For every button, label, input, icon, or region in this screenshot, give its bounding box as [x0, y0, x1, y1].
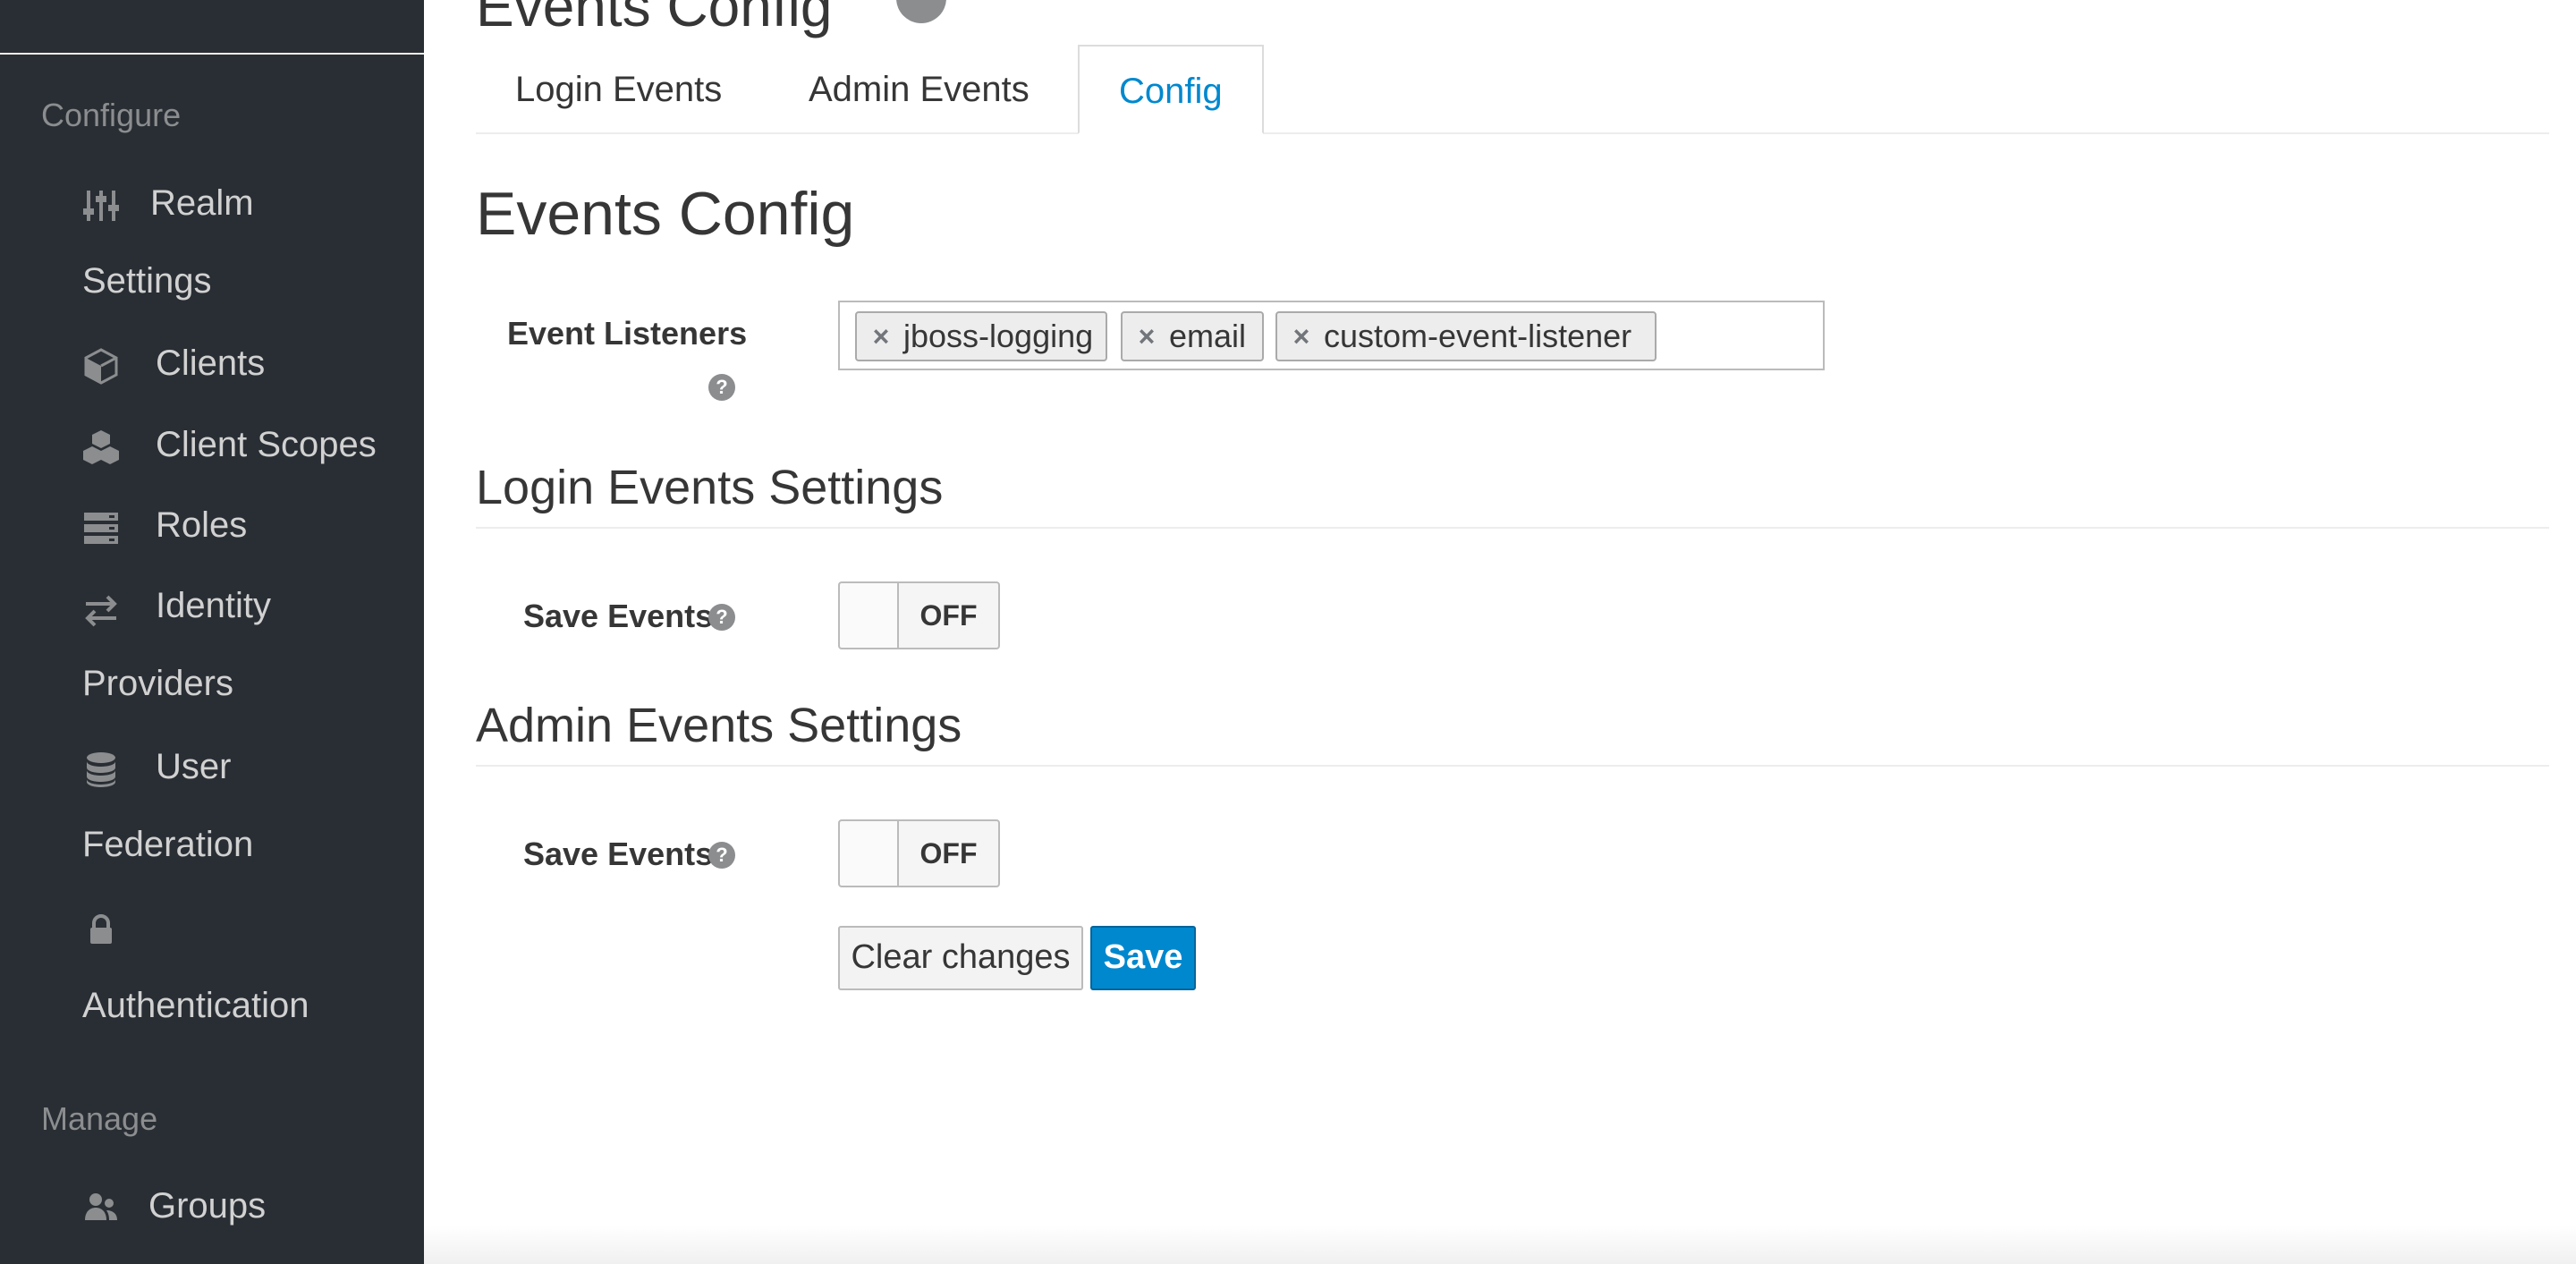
sidebar-item-label-2: Settings: [82, 261, 212, 301]
admin-save-events-toggle[interactable]: OFF: [838, 819, 1000, 887]
toggle-knob: [840, 583, 899, 648]
sidebar-item-identity-providers[interactable]: Identity Providers: [0, 586, 424, 711]
login-save-events-label: Save Events: [523, 598, 714, 634]
event-listeners-label: Event Listeners: [507, 315, 748, 352]
remove-tag-icon[interactable]: ×: [1135, 313, 1158, 360]
page-header-title: Events Config: [476, 0, 833, 38]
divider: [476, 527, 2549, 529]
sliders-icon: [82, 187, 120, 225]
sidebar-item-label-2: Authentication: [82, 986, 309, 1025]
sidebar-item-client-scopes[interactable]: Client Scopes: [0, 425, 424, 479]
sidebar-item-label: Roles: [156, 505, 248, 545]
sidebar-item-label: Realm: [150, 183, 254, 223]
tag-label: email: [1169, 318, 1247, 354]
sidebar-item-label: Groups: [148, 1186, 267, 1226]
sidebar-item-label: Clients: [156, 344, 266, 383]
sidebar-item-roles[interactable]: Roles: [0, 505, 424, 559]
sidebar-item-clients[interactable]: Clients: [0, 344, 424, 397]
login-save-events-toggle[interactable]: OFF: [838, 581, 1000, 649]
tab-login-events[interactable]: Login Events: [476, 45, 761, 132]
sidebar-item-label: Identity: [156, 586, 271, 625]
admin-events-settings-title: Admin Events Settings: [476, 699, 962, 752]
sidebar-heading-configure: Configure: [41, 97, 182, 133]
page-footer-shadow: [424, 1226, 2576, 1264]
sidebar-item-groups[interactable]: Groups: [0, 1186, 424, 1240]
tab-bar: Login Events Admin Events Config: [476, 45, 2549, 134]
tag-label: custom-event-listener: [1324, 318, 1632, 354]
list-icon: [82, 509, 120, 547]
sidebar-item-user-federation[interactable]: User Federation: [0, 747, 424, 872]
admin-save-events-label: Save Events: [523, 836, 714, 872]
sidebar-item-label-2: Providers: [82, 664, 233, 703]
exchange-icon: [82, 591, 120, 629]
section-title: Events Config: [476, 180, 855, 248]
tag-jboss-logging: × jboss-logging: [855, 311, 1107, 361]
toggle-state: OFF: [919, 599, 978, 632]
toggle-state: OFF: [919, 837, 978, 870]
tab-config[interactable]: Config: [1078, 45, 1264, 134]
login-events-settings-title: Login Events Settings: [476, 461, 944, 514]
sidebar-heading-manage: Manage: [41, 1100, 158, 1137]
help-icon[interactable]: ?: [708, 374, 735, 401]
help-icon[interactable]: ?: [708, 604, 735, 631]
help-icon[interactable]: ?: [708, 842, 735, 869]
users-icon: [82, 1190, 120, 1227]
sidebar-item-authentication[interactable]: Authentication: [0, 908, 424, 1033]
tag-custom-event-listener: × custom-event-listener: [1275, 311, 1657, 361]
toggle-knob: [840, 821, 899, 886]
divider: [476, 765, 2549, 767]
sidebar-item-realm-settings[interactable]: Realm Settings: [0, 183, 424, 309]
event-listeners-input[interactable]: × jboss-logging × email × custom-event-l…: [838, 301, 1825, 370]
save-button[interactable]: Save: [1090, 926, 1196, 990]
clear-changes-button[interactable]: Clear changes: [838, 926, 1083, 990]
remove-tag-icon[interactable]: ×: [1290, 313, 1313, 360]
sidebar-divider: [0, 53, 424, 55]
sidebar: Configure Realm Settings Clients Client …: [0, 0, 424, 1264]
database-icon: [82, 751, 120, 788]
sidebar-item-label: User: [156, 747, 232, 786]
sidebar-item-label: Client Scopes: [156, 425, 377, 464]
cube-icon: [82, 347, 120, 385]
help-icon[interactable]: [896, 0, 946, 23]
remove-tag-icon[interactable]: ×: [869, 313, 893, 360]
tag-email: × email: [1121, 311, 1264, 361]
cubes-icon: [82, 428, 120, 466]
tab-admin-events[interactable]: Admin Events: [769, 45, 1069, 132]
sidebar-item-label-2: Federation: [82, 825, 254, 864]
tag-label: jboss-logging: [903, 318, 1094, 354]
lock-icon: [82, 912, 120, 949]
